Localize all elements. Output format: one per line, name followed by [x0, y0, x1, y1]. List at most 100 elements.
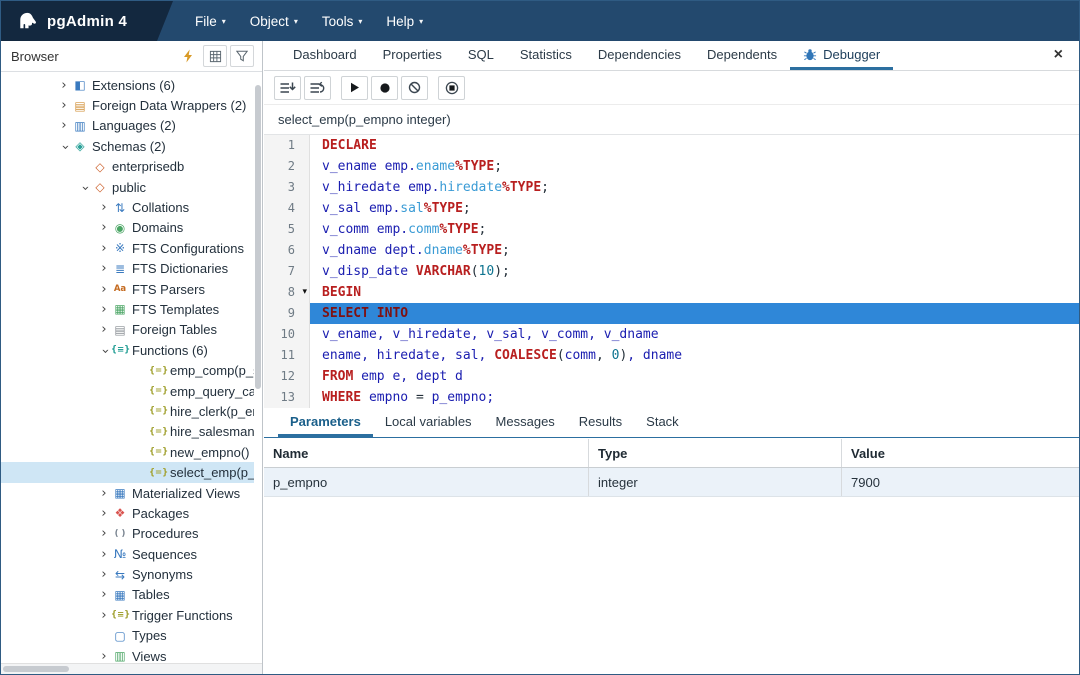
tab-dashboard[interactable]: Dashboard	[280, 41, 370, 70]
chevron-right-icon[interactable]: ›	[97, 587, 111, 602]
line-number[interactable]: 13	[264, 387, 310, 408]
grid-view-button[interactable]	[203, 45, 227, 67]
tree-item-emp-query-calle[interactable]: ›{=}emp_query_calle	[1, 381, 254, 401]
chevron-right-icon[interactable]: ›	[97, 302, 111, 317]
chevron-right-icon[interactable]: ›	[97, 486, 111, 501]
scrollbar-thumb[interactable]	[3, 666, 69, 672]
tree-item-packages[interactable]: ›❖Packages	[1, 503, 254, 523]
code-line-text[interactable]: ename, hiredate, sal, COALESCE(comm, 0),…	[310, 345, 1079, 366]
line-number[interactable]: 1	[264, 135, 310, 156]
chevron-right-icon[interactable]: ›	[97, 506, 111, 521]
tab-dependencies[interactable]: Dependencies	[585, 41, 694, 70]
quick-search-button[interactable]	[176, 45, 200, 67]
line-number[interactable]: 12	[264, 366, 310, 387]
code-line-text[interactable]: v_sal emp.sal%TYPE;	[310, 198, 1079, 219]
chevron-right-icon[interactable]: ›	[97, 547, 111, 562]
stop-button[interactable]	[438, 76, 465, 100]
tab-local-variables[interactable]: Local variables	[373, 408, 484, 437]
code-line[interactable]: 13WHERE empno = p_empno;	[264, 387, 1079, 408]
chevron-right-icon[interactable]: ›	[97, 282, 111, 297]
chevron-down-icon[interactable]: ›	[97, 344, 112, 358]
tab-statistics[interactable]: Statistics	[507, 41, 585, 70]
code-line-text[interactable]: v_ename, v_hiredate, v_sal, v_comm, v_dn…	[310, 324, 1079, 345]
tab-debugger[interactable]: Debugger	[790, 41, 893, 70]
code-line-text[interactable]: FROM emp e, dept d	[310, 366, 1079, 387]
tree-item-functions-6[interactable]: ›{≡}Functions (6)	[1, 340, 254, 360]
tree-item-public[interactable]: ›◇public	[1, 177, 254, 197]
tree-item-emp-comp-p-sa[interactable]: ›{=}emp_comp(p_sa	[1, 360, 254, 380]
chevron-right-icon[interactable]: ›	[97, 241, 111, 256]
code-line[interactable]: 5v_comm emp.comm%TYPE;	[264, 219, 1079, 240]
tree-item-views[interactable]: ›▥Views	[1, 646, 254, 662]
chevron-right-icon[interactable]: ›	[97, 567, 111, 582]
code-line[interactable]: 7v_disp_date VARCHAR(10);	[264, 261, 1079, 282]
line-number[interactable]: 8▾	[264, 282, 310, 303]
tree-item-extensions-6[interactable]: ›◧Extensions (6)	[1, 75, 254, 95]
chevron-right-icon[interactable]: ›	[97, 261, 111, 276]
tree-item-trigger-functions[interactable]: ›{≡}Trigger Functions	[1, 605, 254, 625]
filter-button[interactable]	[230, 45, 254, 67]
chevron-right-icon[interactable]: ›	[97, 220, 111, 235]
code-line[interactable]: 10v_ename, v_hiredate, v_sal, v_comm, v_…	[264, 324, 1079, 345]
tree-item-hire-salesman-p[interactable]: ›{=}hire_salesman(p	[1, 422, 254, 442]
menu-file[interactable]: File▾	[183, 7, 238, 36]
line-number[interactable]: 4	[264, 198, 310, 219]
chevron-right-icon[interactable]: ›	[97, 526, 111, 541]
tab-results[interactable]: Results	[567, 408, 634, 437]
code-line-text[interactable]: v_hiredate emp.hiredate%TYPE;	[310, 177, 1079, 198]
line-number[interactable]: 3	[264, 177, 310, 198]
scrollbar-thumb[interactable]	[255, 85, 261, 389]
tree-item-types[interactable]: ›▢Types	[1, 626, 254, 646]
code-line-text[interactable]: v_disp_date VARCHAR(10);	[310, 261, 1079, 282]
close-panel-button[interactable]: ×	[1050, 41, 1067, 69]
chevron-right-icon[interactable]: ›	[97, 649, 111, 662]
code-line[interactable]: 11ename, hiredate, sal, COALESCE(comm, 0…	[264, 345, 1079, 366]
line-number[interactable]: 2	[264, 156, 310, 177]
code-line[interactable]: 1DECLARE	[264, 135, 1079, 156]
line-number[interactable]: 10	[264, 324, 310, 345]
tree-item-foreign-data-wrappers-2[interactable]: ›▤Foreign Data Wrappers (2)	[1, 95, 254, 115]
tree-item-fts-templates[interactable]: ›▦FTS Templates	[1, 299, 254, 319]
code-line[interactable]: 4v_sal emp.sal%TYPE;	[264, 198, 1079, 219]
chevron-right-icon[interactable]: ›	[57, 78, 71, 93]
tab-stack[interactable]: Stack	[634, 408, 691, 437]
tab-messages[interactable]: Messages	[484, 408, 567, 437]
tree-item-fts-configurations[interactable]: ›※FTS Configurations	[1, 238, 254, 258]
tab-properties[interactable]: Properties	[370, 41, 455, 70]
chevron-right-icon[interactable]: ›	[97, 322, 111, 337]
code-line[interactable]: 9SELECT INTO	[264, 303, 1079, 324]
continue-button[interactable]	[341, 76, 368, 100]
code-line-text[interactable]: v_ename emp.ename%TYPE;	[310, 156, 1079, 177]
code-line[interactable]: 6v_dname dept.dname%TYPE;	[264, 240, 1079, 261]
tree-item-new-empno[interactable]: ›{=}new_empno()	[1, 442, 254, 462]
code-line-text[interactable]: DECLARE	[310, 135, 1079, 156]
tree-item-foreign-tables[interactable]: ›▤Foreign Tables	[1, 320, 254, 340]
code-line-text[interactable]: v_comm emp.comm%TYPE;	[310, 219, 1079, 240]
menu-tools[interactable]: Tools▾	[310, 7, 375, 36]
chevron-right-icon[interactable]: ›	[57, 118, 71, 133]
tree-item-enterprisedb[interactable]: ›◇enterprisedb	[1, 157, 254, 177]
line-number[interactable]: 5	[264, 219, 310, 240]
tree-item-tables[interactable]: ›▦Tables	[1, 585, 254, 605]
code-line[interactable]: 12FROM emp e, dept d	[264, 366, 1079, 387]
code-line[interactable]: 3v_hiredate emp.hiredate%TYPE;	[264, 177, 1079, 198]
code-line-text[interactable]: v_dname dept.dname%TYPE;	[310, 240, 1079, 261]
chevron-right-icon[interactable]: ›	[57, 98, 71, 113]
tree-item-materialized-views[interactable]: ›▦Materialized Views	[1, 483, 254, 503]
tree-item-synonyms[interactable]: ›⇆Synonyms	[1, 564, 254, 584]
code-line-text[interactable]: WHERE empno = p_empno;	[310, 387, 1079, 408]
tree-item-hire-clerk-p-enar[interactable]: ›{=}hire_clerk(p_enar	[1, 401, 254, 421]
code-line[interactable]: 2v_ename emp.ename%TYPE;	[264, 156, 1079, 177]
tab-dependents[interactable]: Dependents	[694, 41, 790, 70]
tree-item-sequences[interactable]: ›№Sequences	[1, 544, 254, 564]
line-number[interactable]: 7	[264, 261, 310, 282]
clear-all-breakpoints-button[interactable]	[401, 76, 428, 100]
line-number[interactable]: 11	[264, 345, 310, 366]
tree-item-procedures[interactable]: ›( )Procedures	[1, 524, 254, 544]
param-row[interactable]: p_empno integer 7900	[264, 468, 1079, 497]
tree-item-select-emp-p-en[interactable]: ›{=}select_emp(p_en	[1, 462, 254, 482]
step-over-button[interactable]	[304, 76, 331, 100]
tab-sql[interactable]: SQL	[455, 41, 507, 70]
menu-object[interactable]: Object▾	[238, 7, 310, 36]
tree-item-fts-parsers[interactable]: ›AaFTS Parsers	[1, 279, 254, 299]
